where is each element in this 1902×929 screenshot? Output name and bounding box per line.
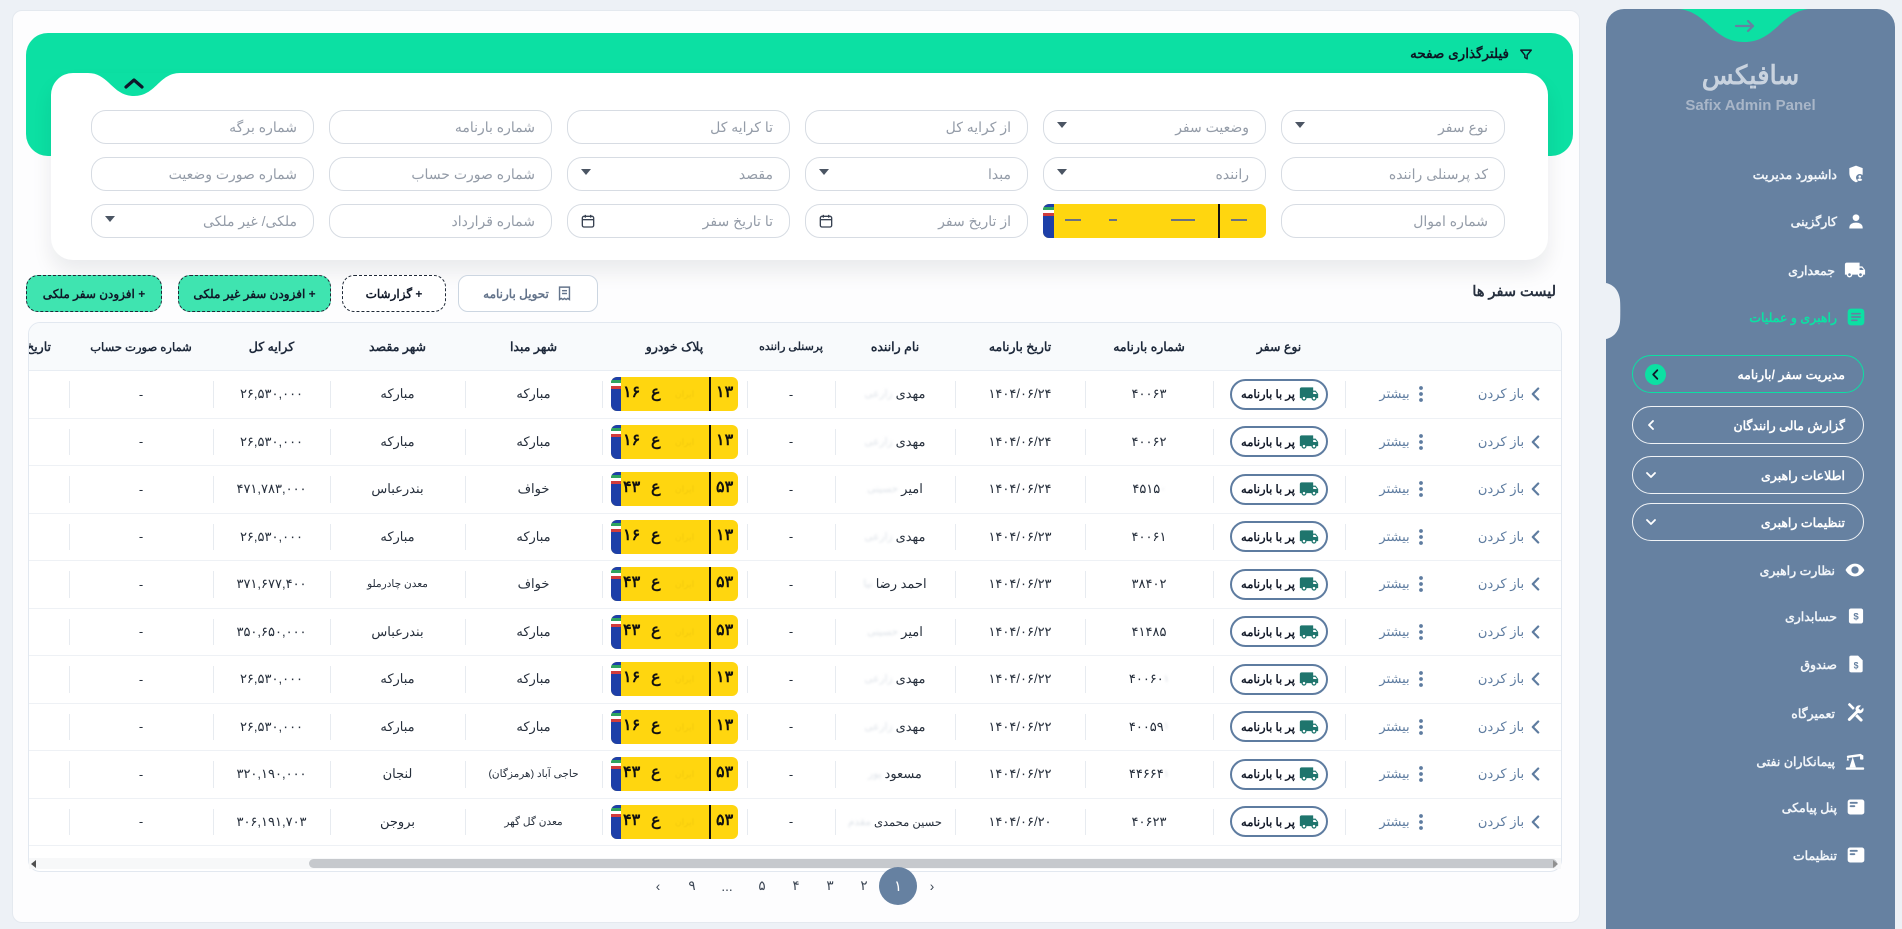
svg-text:$: $ bbox=[1854, 661, 1859, 671]
svg-text:$: $ bbox=[1853, 612, 1859, 623]
